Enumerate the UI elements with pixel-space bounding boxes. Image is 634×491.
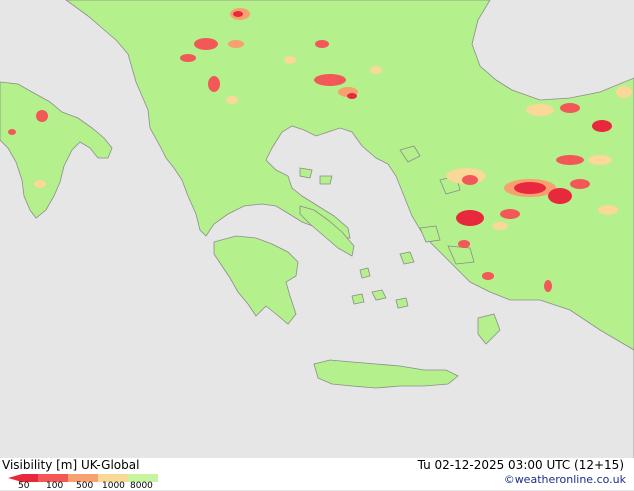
variable-label: Visibility [m]	[2, 458, 78, 472]
footer: Visibility [m] UK-Global 50 100 500 1000…	[0, 458, 634, 491]
model-label: UK-Global	[81, 458, 140, 472]
credit-link[interactable]: ©weatheronline.co.uk	[504, 473, 626, 486]
legend-title: Visibility [m] UK-Global	[2, 458, 139, 472]
map	[0, 0, 634, 458]
valid-time: Tu 02-12-2025 03:00 UTC (12+15)	[417, 458, 624, 472]
